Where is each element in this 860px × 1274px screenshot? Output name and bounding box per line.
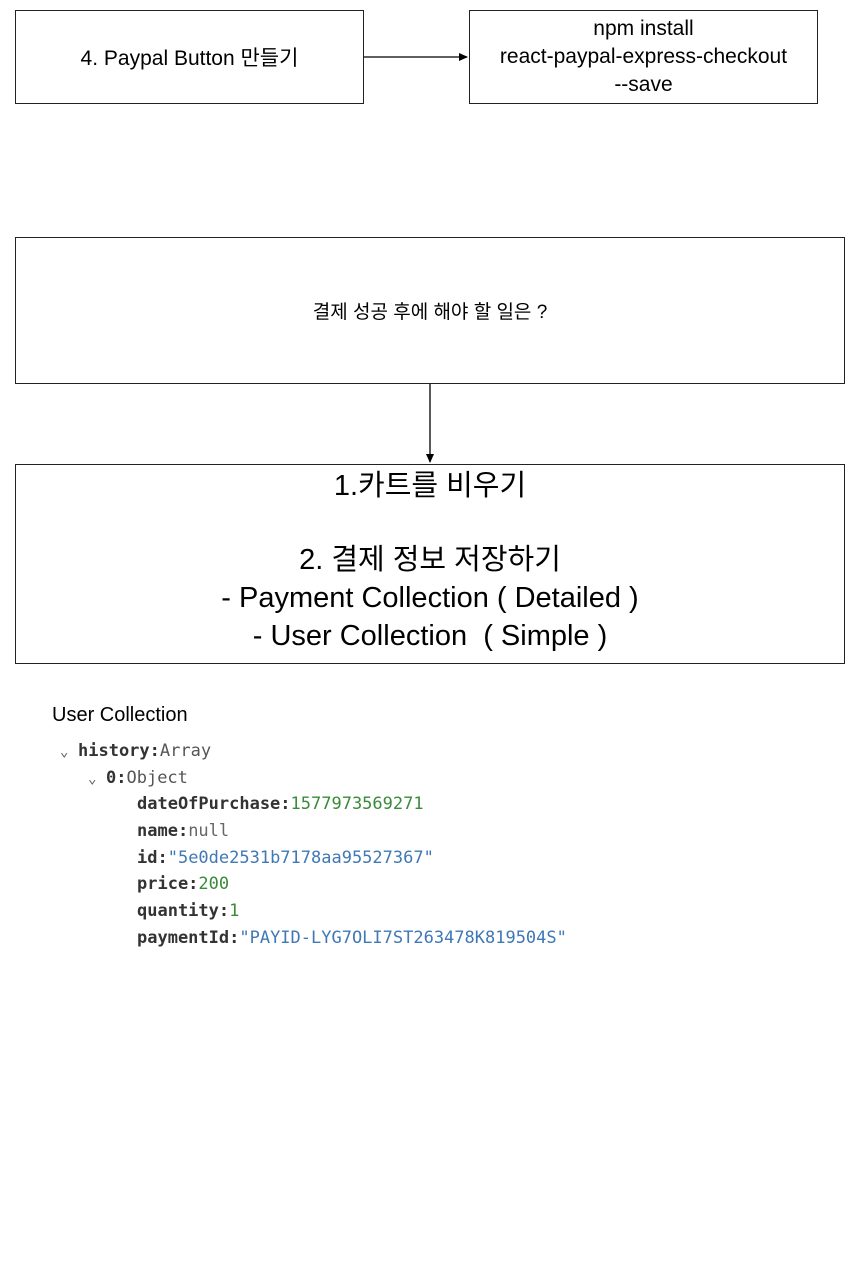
tree-field-key: id:	[137, 847, 168, 868]
npm-install-box: npm install react-paypal-express-checkou…	[469, 10, 818, 104]
tree-field-key: price:	[137, 874, 199, 895]
tree-row-history[interactable]: ⌄ history:Array	[60, 738, 567, 765]
tree-field-key: dateOfPurchase:	[137, 794, 291, 815]
tree-fields: dateOfPurchase:1577973569271 name:null id:…	[60, 791, 567, 951]
tree-field-row: name:null	[60, 818, 567, 845]
user-collection-tree: ⌄ history:Array ⌄ 0:Object dateOfPurchase:…	[60, 738, 567, 952]
tree-field-value: 1	[229, 901, 240, 922]
chevron-down-icon[interactable]: ⌄	[88, 766, 106, 793]
step-1-text: 1.카트를 비우기	[333, 470, 527, 502]
step-2-text: 2. 결제 정보 저장하기	[299, 544, 561, 576]
tree-field-value: "5e0de2531b7178aa95527367"	[167, 847, 434, 868]
tree-field-row: id:"5e0de2531b7178aa95527367"	[60, 845, 567, 872]
npm-install-line-3: --save	[614, 73, 673, 96]
tree-key: 0:	[106, 767, 127, 788]
tree-field-row: paymentId:"PAYID-LYG7OLI7ST263478K819504…	[60, 925, 567, 952]
tree-key: history:	[78, 741, 160, 761]
npm-install-line-1: npm install	[593, 17, 694, 40]
tree-field-row: price:200	[60, 871, 567, 898]
user-collection-text: - User Collection ( Simple )	[252, 620, 608, 652]
tree-field-key: name:	[137, 821, 189, 842]
tree-field-row: quantity:1	[60, 898, 567, 925]
tree-field-value: "PAYID-LYG7OLI7ST263478K819504S"	[239, 927, 567, 948]
user-collection-label: User Collection	[52, 704, 188, 726]
steps-box: 1.카트를 비우기 2. 결제 정보 저장하기 - Payment Collec…	[15, 464, 845, 664]
tree-row-item-0[interactable]: ⌄ 0:Object	[60, 765, 567, 792]
question-box: 결제 성공 후에 해야 할 일은 ?	[15, 237, 845, 384]
tree-field-row: dateOfPurchase:1577973569271	[60, 791, 567, 818]
paypal-button-step-box: 4. Paypal Button 만들기	[15, 10, 364, 104]
tree-field-value: null	[188, 821, 230, 842]
npm-install-line-2: react-paypal-express-checkout	[499, 45, 788, 68]
tree-type: Array	[159, 741, 212, 761]
question-text: 결제 성공 후에 해야 할 일은 ?	[312, 302, 548, 323]
paypal-button-label: 4. Paypal Button 만들기	[80, 47, 299, 70]
tree-field-value: 200	[198, 874, 230, 895]
tree-field-value: 1577973569271	[290, 794, 424, 815]
payment-collection-text: - Payment Collection ( Detailed )	[221, 582, 639, 614]
tree-field-key: quantity:	[137, 901, 230, 922]
chevron-down-icon[interactable]: ⌄	[60, 739, 78, 766]
tree-field-key: paymentId:	[137, 927, 240, 948]
tree-type: Object	[126, 767, 188, 788]
